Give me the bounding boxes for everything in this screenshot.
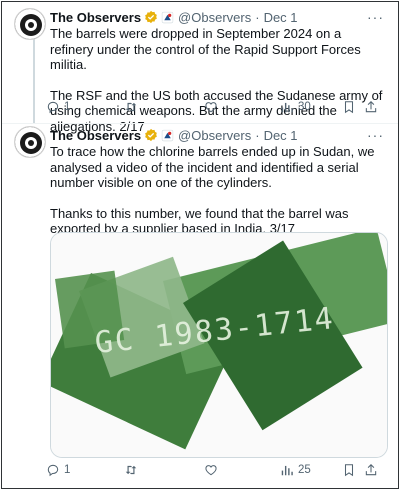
verified-badge-icon	[145, 128, 157, 142]
share-icon	[365, 464, 377, 476]
views-count: 25	[298, 464, 311, 476]
tweet-media-image[interactable]: GC 1983-1714	[50, 232, 388, 458]
reply-count: 1	[64, 101, 71, 113]
tweet-text: To trace how the chlorine barrels ended …	[50, 144, 388, 237]
barrel-serial-photo: GC 1983-1714	[51, 233, 387, 457]
tweet-2-of-17[interactable]: The Observers @Observers · Dec 1 ··· The…	[2, 2, 398, 134]
more-icon[interactable]: ···	[367, 128, 384, 142]
reply-button[interactable]: 1	[46, 463, 124, 477]
author-handle[interactable]: @Observers	[178, 128, 251, 143]
avatar[interactable]	[14, 126, 46, 158]
views-icon	[281, 465, 293, 476]
timeline: The Observers @Observers · Dec 1 ··· The…	[1, 1, 399, 489]
author-name[interactable]: The Observers	[50, 10, 141, 25]
bookmark-icon	[344, 464, 354, 477]
share-button[interactable]	[364, 463, 378, 477]
bookmark-icon	[344, 101, 354, 114]
reply-icon	[47, 101, 59, 114]
separator-dot: ·	[255, 127, 260, 143]
reply-count: 1	[64, 464, 71, 476]
like-button[interactable]	[204, 100, 280, 114]
tweet-header: The Observers @Observers · Dec 1	[50, 8, 298, 26]
retweet-icon	[125, 102, 137, 112]
avatar[interactable]	[14, 8, 46, 40]
tweet-text: The barrels were dropped in September 20…	[50, 26, 388, 134]
tweet-header: The Observers @Observers · Dec 1	[50, 126, 298, 144]
affiliate-badge-icon	[161, 11, 174, 23]
tweet-paragraph: The barrels were dropped in September 20…	[50, 26, 361, 72]
observers-logo-icon	[15, 9, 45, 39]
affiliate-badge-icon	[161, 129, 174, 141]
tweet-date[interactable]: Dec 1	[264, 128, 298, 143]
author-handle[interactable]: @Observers	[178, 10, 251, 25]
views-icon	[281, 102, 293, 113]
share-icon	[365, 101, 377, 113]
bookmark-button[interactable]	[342, 100, 364, 114]
retweet-button[interactable]	[124, 463, 204, 477]
tweet-date[interactable]: Dec 1	[264, 10, 298, 25]
tweet-paragraph: To trace how the chlorine barrels ended …	[50, 144, 375, 190]
separator-dot: ·	[255, 9, 260, 25]
views-button[interactable]: 25	[280, 463, 342, 477]
retweet-button[interactable]	[124, 100, 204, 114]
heart-icon	[205, 102, 217, 113]
views-button[interactable]: 30	[280, 100, 342, 114]
tweet-actions: 1 25	[46, 461, 378, 479]
share-button[interactable]	[364, 100, 378, 114]
reply-button[interactable]: 1	[46, 100, 124, 114]
tweet-actions: 1 30	[46, 98, 378, 116]
author-name[interactable]: The Observers	[50, 128, 141, 143]
views-count: 30	[298, 101, 311, 113]
reply-icon	[47, 464, 59, 477]
like-button[interactable]	[204, 463, 280, 477]
heart-icon	[205, 465, 217, 476]
observers-logo-icon	[15, 127, 45, 157]
retweet-icon	[125, 465, 137, 475]
more-icon[interactable]: ···	[367, 10, 384, 24]
bookmark-button[interactable]	[342, 463, 364, 477]
tweet-3-of-17[interactable]: The Observers @Observers · Dec 1 ··· To …	[2, 124, 398, 488]
verified-badge-icon	[145, 10, 157, 24]
